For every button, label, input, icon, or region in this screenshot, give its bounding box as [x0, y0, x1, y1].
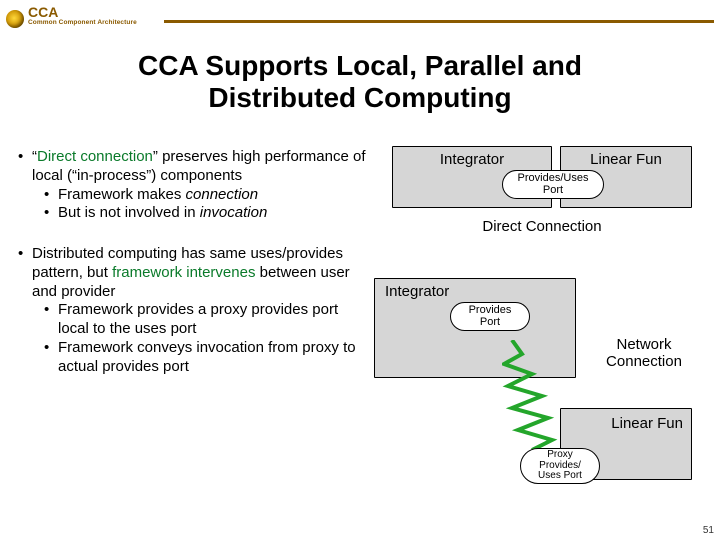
bullet-dot: •: [44, 186, 58, 205]
bullet-dot: •: [44, 204, 58, 223]
bullet-1-sub-2: But is not involved in invocation: [58, 204, 267, 223]
bullet-dot: •: [44, 301, 58, 339]
d2-provides-port-pill: Provides Port: [450, 302, 530, 331]
bullet-dot: •: [18, 148, 32, 186]
d1-caption: Direct Connection: [392, 218, 692, 235]
title-line2: Distributed Computing: [208, 82, 511, 113]
bullet-column: • “Direct connection” preserves high per…: [18, 148, 370, 520]
bullet-2-green: framework intervenes: [112, 264, 255, 281]
bullet-1: • “Direct connection” preserves high per…: [18, 148, 370, 223]
slide-header: CCA Common Component Architecture: [4, 4, 716, 34]
d2-network-label: Network Connection: [590, 336, 698, 371]
bullet-1-text: “Direct connection” preserves high perfo…: [32, 148, 370, 186]
bullet-2-subs: • Framework provides a proxy provides po…: [44, 301, 370, 376]
bullet-2: • Distributed computing has same uses/pr…: [18, 245, 370, 376]
d1-label-linearfun: Linear Fun: [561, 151, 691, 168]
d1-label-integrator: Integrator: [393, 151, 551, 168]
logo-abbrev: CCA: [28, 4, 58, 20]
bullet-1-green: Direct connection: [37, 148, 153, 165]
diagram-column: Integrator Linear Fun Provides/Uses Port…: [370, 148, 702, 520]
bullet-dot: •: [44, 339, 58, 377]
diagram-network-connection: Integrator Provides Port Linear Fun Prox…: [370, 278, 692, 508]
bullet-1-sub-1: Framework makes connection: [58, 186, 258, 205]
page-number: 51: [703, 525, 714, 536]
title-line1: CCA Supports Local, Parallel and: [138, 50, 582, 81]
slide-title: CCA Supports Local, Parallel and Distrib…: [0, 50, 720, 114]
body-columns: • “Direct connection” preserves high per…: [18, 148, 702, 520]
bullet-1-subs: • Framework makes connection • But is no…: [44, 186, 370, 224]
bullet-2-text: Distributed computing has same uses/prov…: [32, 245, 370, 301]
bullet-2-sub-1: Framework provides a proxy provides port…: [58, 301, 370, 339]
bullet-dot: •: [18, 245, 32, 301]
d2-proxy-port-pill: Proxy Provides/ Uses Port: [520, 448, 600, 484]
italic-span: connection: [186, 186, 259, 203]
logo-icon: [6, 10, 24, 28]
header-rule: [164, 20, 714, 23]
diagram-direct-connection: Integrator Linear Fun Provides/Uses Port…: [392, 146, 692, 266]
d2-label-linearfun: Linear Fun: [561, 415, 691, 432]
d2-label-integrator: Integrator: [375, 283, 575, 300]
text-span: But is not involved in: [58, 204, 200, 221]
bullet-2-sub-2: Framework conveys invocation from proxy …: [58, 339, 370, 377]
d1-port-pill: Provides/Uses Port: [502, 170, 604, 199]
italic-span: invocation: [200, 204, 268, 221]
text-span: Framework makes: [58, 186, 186, 203]
logo-subtitle: Common Component Architecture: [28, 19, 137, 26]
